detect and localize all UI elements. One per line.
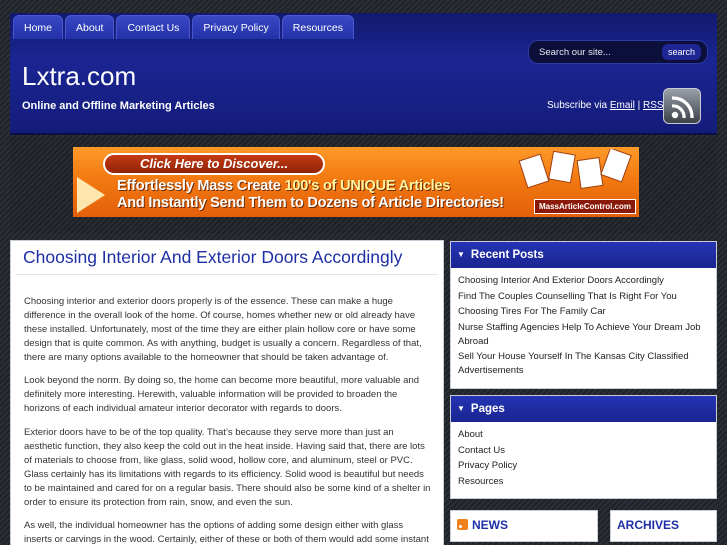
page-link-contact-us[interactable]: Contact Us — [458, 444, 709, 458]
news-header: NEWS — [450, 510, 598, 542]
site-title[interactable]: Lxtra.com — [22, 61, 136, 92]
nav-contact-us[interactable]: Contact Us — [116, 15, 191, 39]
page-link-about[interactable]: About — [458, 428, 709, 442]
site-tagline: Online and Offline Marketing Articles — [22, 100, 215, 112]
banner-brand: MassArticleControl.com — [533, 199, 636, 214]
pages-header[interactable]: ▼ Pages — [451, 396, 716, 422]
subscribe-rss-link[interactable]: RSS — [643, 100, 664, 111]
search-button[interactable]: search — [661, 44, 701, 60]
ad-banner[interactable]: Click Here to Discover... Effortlessly M… — [73, 147, 639, 217]
recent-posts-list: Choosing Interior And Exterior Doors Acc… — [451, 268, 716, 384]
nav-home[interactable]: Home — [13, 15, 64, 39]
subscribe-line: Subscribe via Email | RSS — [547, 100, 664, 111]
title-divider — [16, 274, 438, 275]
site-header: Home About Contact Us Privacy Policy Res… — [10, 13, 717, 135]
page-link-privacy-policy[interactable]: Privacy Policy — [458, 459, 709, 473]
triangle-down-icon: ▼ — [457, 404, 465, 413]
recent-posts-header[interactable]: ▼ Recent Posts — [451, 242, 716, 268]
search-input[interactable] — [539, 45, 649, 60]
banner-headline-1: Effortlessly Mass Create 100's of UNIQUE… — [117, 178, 450, 194]
recent-posts-widget: ▼ Recent Posts Choosing Interior And Exte… — [450, 241, 717, 389]
recent-posts-heading: Recent Posts — [470, 249, 544, 261]
page: Home About Contact Us Privacy Policy Res… — [0, 0, 727, 545]
post-paragraph: Look beyond the norm. By doing so, the h… — [24, 375, 420, 414]
archives-header: ARCHIVES — [610, 510, 717, 542]
nav-about[interactable]: About — [65, 15, 115, 39]
pages-list: About Contact Us Privacy Policy Resource… — [451, 422, 716, 494]
news-heading: NEWS — [472, 518, 508, 532]
banner-arrow-icon — [77, 177, 105, 213]
nav-resources[interactable]: Resources — [281, 15, 354, 39]
subscribe-prefix: Subscribe via — [547, 100, 608, 111]
rss-icon[interactable] — [457, 519, 468, 530]
archives-heading: ARCHIVES — [617, 518, 680, 532]
subscribe-email-link[interactable]: Email — [610, 100, 635, 111]
triangle-down-icon: ▼ — [457, 250, 465, 259]
subscribe-separator: | — [637, 100, 641, 111]
banner-headline-2: And Instantly Send Them to Dozens of Art… — [117, 195, 504, 211]
post-paragraph: As well, the individual homeowner has th… — [24, 520, 429, 545]
recent-post-link[interactable]: Find The Couples Counselling That Is Rig… — [458, 290, 709, 304]
post-paragraph: Exterior doors have to be of the top qua… — [24, 427, 431, 508]
banner-line1-b: 100's of UNIQUE Articles — [284, 178, 451, 194]
top-nav: Home About Contact Us Privacy Policy Res… — [13, 15, 354, 39]
recent-post-link[interactable]: Choosing Interior And Exterior Doors Acc… — [458, 274, 709, 288]
rss-feed-icon[interactable] — [663, 88, 701, 124]
rss-feed-icon-graphic — [671, 96, 694, 119]
recent-post-link[interactable]: Sell Your House Yourself In The Kansas C… — [458, 350, 709, 378]
recent-post-link[interactable]: Choosing Tires For The Family Car — [458, 305, 709, 319]
post-paragraph: Choosing interior and exterior doors pro… — [24, 296, 422, 363]
recent-post-link[interactable]: Nurse Staffing Agencies Help To Achieve … — [458, 321, 709, 349]
nav-privacy-policy[interactable]: Privacy Policy — [192, 15, 280, 39]
pages-heading: Pages — [470, 403, 505, 415]
pages-widget: ▼ Pages About Contact Us Privacy Policy R… — [450, 395, 717, 499]
banner-pill: Click Here to Discover... — [103, 153, 325, 175]
main-content: Choosing Interior And Exterior Doors Acc… — [10, 240, 444, 545]
post-title[interactable]: Choosing Interior And Exterior Doors Acc… — [23, 247, 402, 268]
paper-stack-icon — [518, 149, 632, 189]
banner-line1-a: Effortlessly Mass Create — [117, 178, 285, 194]
search-box: search — [528, 40, 708, 64]
page-link-resources[interactable]: Resources — [458, 475, 709, 489]
